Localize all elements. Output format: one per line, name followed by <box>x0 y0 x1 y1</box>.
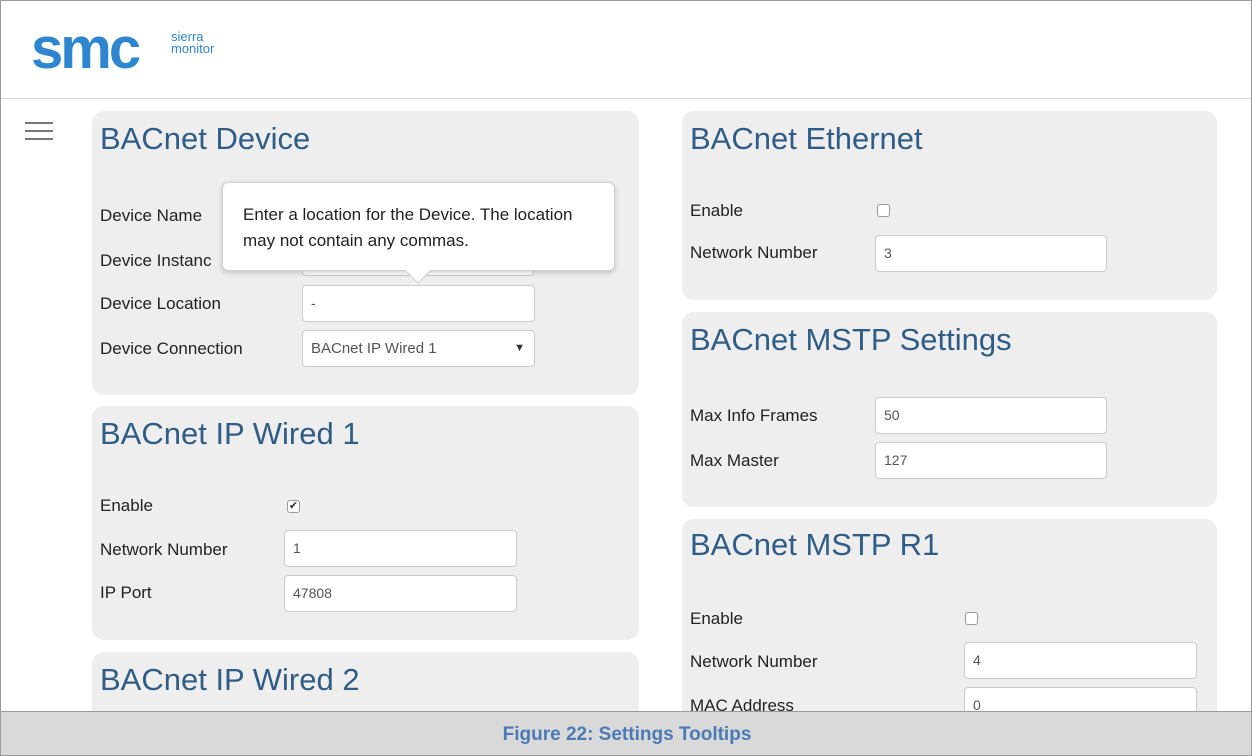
device-name-label: Device Name <box>100 206 203 225</box>
enable-checkbox[interactable]: ✔ <box>287 500 300 513</box>
panel-bacnet-ethernet: BACnet Ethernet Enable Network Number 3 <box>682 111 1217 300</box>
max-info-frames-label: Max Info Frames <box>690 406 818 425</box>
max-master-field[interactable]: 127 <box>875 442 1107 479</box>
device-connection-select[interactable]: BACnet IP Wired 1 ▼ <box>302 330 535 367</box>
network-number-label: Network Number <box>100 540 228 559</box>
enable-label: Enable <box>690 609 743 628</box>
device-location-tooltip: Enter a location for the Device. The loc… <box>222 182 615 284</box>
panel-title: BACnet IP Wired 1 <box>100 416 360 451</box>
tooltip-text: Enter a location for the Device. The loc… <box>243 205 573 250</box>
logo-brand: smc <box>31 16 141 81</box>
ip-port-field[interactable]: 47808 <box>284 575 517 612</box>
panel-title: BACnet Device <box>100 121 311 156</box>
panel-title: BACnet IP Wired 2 <box>100 662 360 697</box>
device-instance-label: Device Instanc <box>100 251 212 270</box>
network-number-field[interactable]: 3 <box>875 235 1107 272</box>
device-location-field[interactable]: - <box>302 285 535 322</box>
network-number-label: Network Number <box>690 652 818 671</box>
logo-subtitle-line2: monitor <box>171 41 215 56</box>
chevron-down-icon: ▼ <box>514 342 525 354</box>
enable-checkbox[interactable] <box>965 612 978 625</box>
figure-caption: Figure 22: Settings Tooltips <box>1 711 1251 755</box>
panel-bacnet-ip-wired-1: BACnet IP Wired 1 Enable ✔ Network Numbe… <box>92 406 639 640</box>
enable-label: Enable <box>100 496 153 515</box>
device-location-label: Device Location <box>100 294 221 313</box>
panel-title: BACnet MSTP R1 <box>690 527 940 562</box>
panel-bacnet-mstp-settings: BACnet MSTP Settings Max Info Frames 50 … <box>682 312 1217 507</box>
panel-title: BACnet MSTP Settings <box>690 322 1012 357</box>
hamburger-menu-icon[interactable] <box>25 122 53 140</box>
enable-checkbox[interactable] <box>877 204 890 217</box>
max-info-frames-field[interactable]: 50 <box>875 397 1107 434</box>
ip-port-label: IP Port <box>100 583 152 602</box>
enable-label: Enable <box>690 201 743 220</box>
max-master-label: Max Master <box>690 451 779 470</box>
app-window: smc sierra monitor BACnet Device Device … <box>0 0 1252 756</box>
header: smc sierra monitor <box>1 1 1251 99</box>
panel-title: BACnet Ethernet <box>690 121 923 156</box>
network-number-field[interactable]: 4 <box>964 642 1197 679</box>
network-number-field[interactable]: 1 <box>284 530 517 567</box>
device-connection-value: BACnet IP Wired 1 <box>311 340 437 357</box>
logo-subtitle: sierra monitor <box>171 30 215 56</box>
network-number-label: Network Number <box>690 243 818 262</box>
device-connection-label: Device Connection <box>100 339 243 358</box>
